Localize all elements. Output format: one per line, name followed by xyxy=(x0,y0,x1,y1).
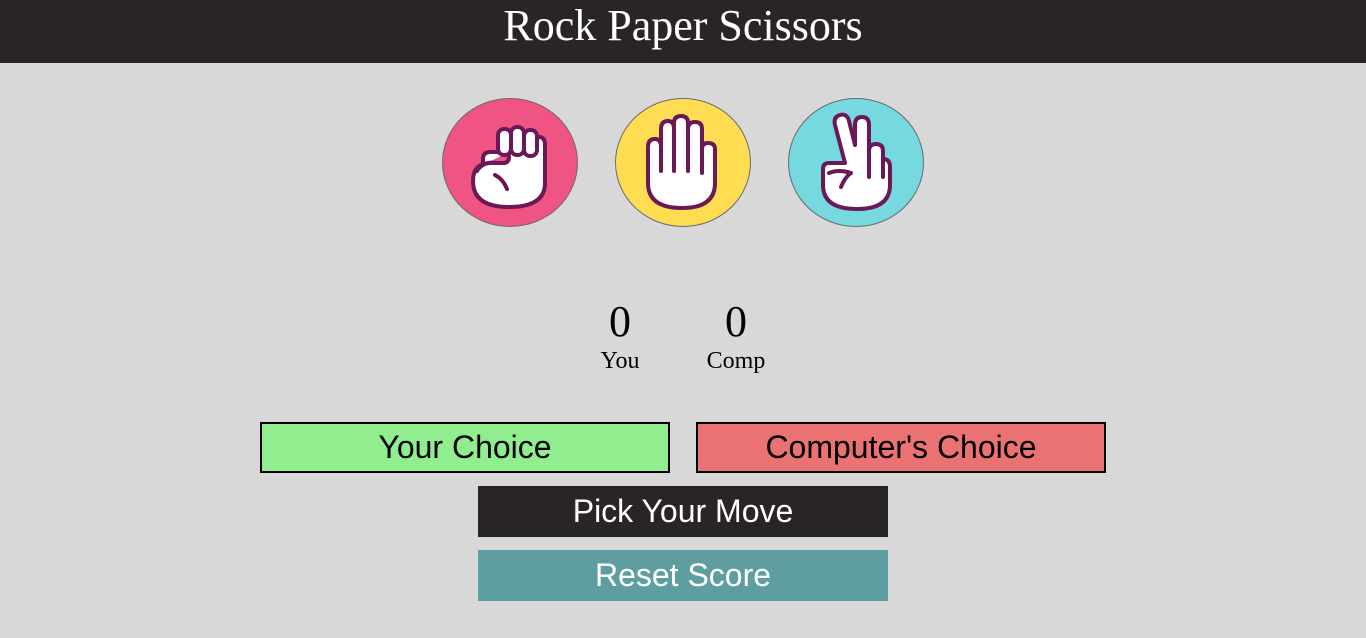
paper-choice-button[interactable] xyxy=(615,98,751,227)
rock-choice-button[interactable] xyxy=(442,98,578,227)
open-hand-icon xyxy=(646,114,717,210)
peace-hand-icon xyxy=(821,112,892,211)
page-title: Rock Paper Scissors xyxy=(0,0,1366,63)
player-score-label: You xyxy=(600,348,640,374)
computer-score: 0 Comp xyxy=(686,298,786,376)
your-choice-display: Your Choice xyxy=(260,422,670,473)
player-score-value: 0 xyxy=(609,297,631,346)
scissors-choice-button[interactable] xyxy=(788,98,924,227)
player-score: 0 You xyxy=(570,298,670,376)
computer-choice-display: Computer's Choice xyxy=(696,422,1106,473)
reset-score-button[interactable]: Reset Score xyxy=(478,550,888,601)
computer-score-value: 0 xyxy=(725,297,747,346)
fist-icon xyxy=(471,125,547,209)
pick-move-button[interactable]: Pick Your Move xyxy=(478,486,888,537)
computer-score-label: Comp xyxy=(706,348,766,374)
